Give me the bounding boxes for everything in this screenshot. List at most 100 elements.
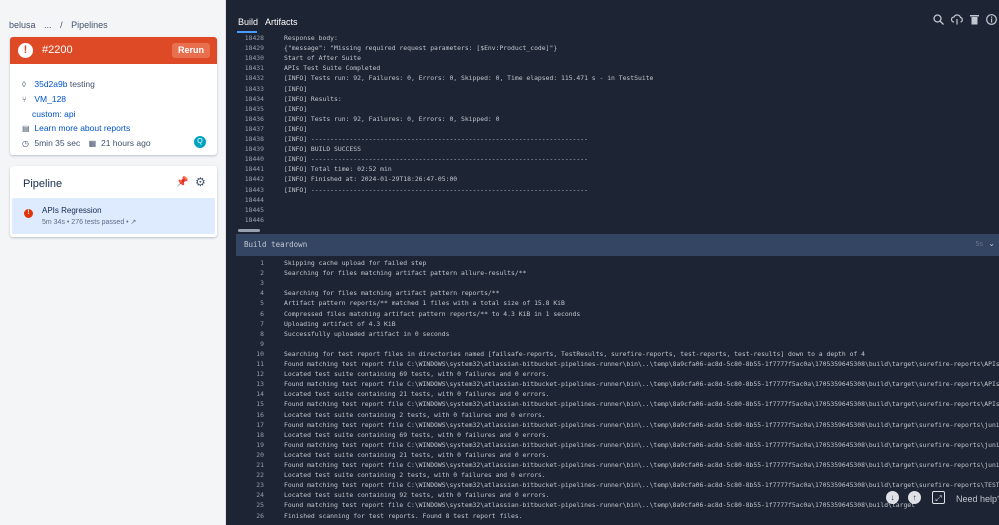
log-line-number[interactable]: 18442 — [226, 174, 264, 184]
pin-icon[interactable]: 📌 — [176, 177, 188, 188]
breadcrumb-ellipsis[interactable]: ... — [44, 20, 52, 30]
log-line: 3 — [226, 278, 999, 288]
log-line-number[interactable]: 17 — [226, 420, 264, 430]
build-status-card: ! #2200 Rerun ◊ 35d2a9b testing ⑂ VM_128… — [10, 37, 217, 155]
avatar[interactable]: Q — [194, 136, 206, 148]
download-icon[interactable]: ↓ — [886, 491, 899, 504]
log-line: 1 Skipping cache upload for failed step — [226, 258, 999, 268]
log-line: 5 Artifact pattern reports/** matched 1 f… — [226, 298, 999, 308]
log-line: 11 Found matching test report file C:\WIN… — [226, 359, 999, 369]
log-line-number[interactable]: 18428 — [226, 35, 264, 43]
horizontal-scrollbar[interactable] — [238, 229, 260, 232]
log-line: 18428 Response body: — [226, 35, 999, 43]
log-line-text: Located test suite containing 2 tests, w… — [284, 410, 546, 419]
log-line-number[interactable]: 6 — [226, 309, 264, 319]
need-help-link[interactable]: Need help? — [956, 494, 999, 504]
log-line-text: Located test suite containing 21 tests, … — [284, 390, 550, 399]
log-line-number[interactable]: 18436 — [226, 114, 264, 124]
log-line: 13 Found matching test report file C:\WIN… — [226, 379, 999, 389]
log-line-text: Successfully uploaded artifact in 0 seco… — [284, 329, 450, 338]
log-line-number[interactable]: 18446 — [226, 215, 264, 225]
log-line: 18438 [INFO] ----------------------------… — [226, 134, 999, 144]
log-line-text: [INFO] ---------------------------------… — [284, 185, 588, 194]
search-icon[interactable] — [933, 14, 944, 28]
info-icon[interactable] — [986, 14, 997, 28]
log-line-number[interactable]: 18431 — [226, 63, 264, 73]
expand-icon[interactable]: ⤢ — [932, 491, 945, 504]
log-line-number[interactable]: 5 — [226, 298, 264, 308]
log-output-teardown: 1 Skipping cache upload for failed step 2 S… — [226, 258, 999, 525]
log-line-text: Found matching test report file C:\WINDO… — [284, 440, 999, 449]
log-line-number[interactable]: 16 — [226, 410, 264, 420]
log-line-number[interactable]: 19 — [226, 440, 264, 450]
pipeline-sidebar: belusa ... / Pipelines ! #2200 Rerun ◊ 3… — [0, 0, 226, 525]
log-line-number[interactable]: 18443 — [226, 185, 264, 195]
log-line-number[interactable]: 24 — [226, 490, 264, 500]
rerun-button[interactable]: Rerun — [171, 43, 210, 58]
pipeline-title: Pipeline — [23, 178, 63, 190]
trash-icon[interactable] — [970, 14, 979, 28]
log-line-number[interactable]: 25 — [226, 500, 264, 510]
log-line-number[interactable]: 18430 — [226, 53, 264, 63]
log-line-number[interactable]: 22 — [226, 470, 264, 480]
build-number[interactable]: #2200 — [42, 44, 73, 56]
breadcrumb-workspace[interactable]: belusa — [9, 20, 36, 30]
log-line-number[interactable]: 26 — [226, 511, 264, 521]
log-line-number[interactable]: 18441 — [226, 164, 264, 174]
log-line-number[interactable]: 11 — [226, 359, 264, 369]
log-line-number[interactable]: 18440 — [226, 154, 264, 164]
build-teardown-header[interactable]: Build teardown 5s ⌄ — [236, 234, 999, 256]
log-line: 18446 — [226, 215, 999, 225]
breadcrumb-pipelines[interactable]: Pipelines — [71, 20, 108, 30]
log-line-number[interactable]: 18444 — [226, 195, 264, 205]
pipeline-step[interactable]: ! APIs Regression 5m 34s • 276 tests pas… — [12, 198, 215, 234]
log-line-number[interactable]: 18439 — [226, 144, 264, 154]
log-line-number[interactable]: 3 — [226, 278, 264, 288]
log-line-number[interactable]: 20 — [226, 450, 264, 460]
teardown-label: Build teardown — [244, 240, 308, 249]
log-line-text: [INFO] Finished at: 2024-01-29T18:26:47-… — [284, 175, 458, 184]
log-line: 18430 Start of After Suite — [226, 53, 999, 63]
tab-artifacts[interactable]: Artifacts — [265, 17, 298, 27]
log-line-number[interactable]: 18433 — [226, 84, 264, 94]
gear-icon[interactable]: ⚙ — [195, 175, 206, 189]
log-line: 18444 — [226, 195, 999, 205]
log-line-number[interactable]: 14 — [226, 389, 264, 399]
log-line-number[interactable]: 10 — [226, 349, 264, 359]
pipeline-card: Pipeline 📌 ⚙ ! APIs Regression 5m 34s • … — [10, 166, 217, 237]
log-line-text: Located test suite containing 92 tests, … — [284, 491, 550, 500]
cloud-upload-icon[interactable] — [950, 14, 963, 28]
reports-link[interactable]: Learn more about reports — [34, 123, 130, 133]
branch-icon: ⑂ — [22, 95, 27, 104]
log-line-number[interactable]: 18429 — [226, 43, 264, 53]
log-line-number[interactable]: 18437 — [226, 124, 264, 134]
log-line-number[interactable]: 13 — [226, 379, 264, 389]
log-line-number[interactable]: 21 — [226, 460, 264, 470]
log-line-number[interactable]: 8 — [226, 329, 264, 339]
log-line-number[interactable]: 2 — [226, 268, 264, 278]
log-line-number[interactable]: 9 — [226, 339, 264, 349]
log-line-number[interactable]: 18445 — [226, 205, 264, 215]
log-line-number[interactable]: 15 — [226, 399, 264, 409]
log-line: 17 Found matching test report file C:\WIN… — [226, 420, 999, 430]
tab-build[interactable]: Build — [238, 17, 258, 27]
log-line-number[interactable]: 4 — [226, 288, 264, 298]
arrow-up-icon[interactable]: ↑ — [908, 491, 921, 504]
teardown-duration: 5s — [975, 241, 983, 248]
commit-link[interactable]: 35d2a9b — [34, 79, 67, 89]
log-line-text: [INFO] — [284, 104, 308, 113]
branch-link[interactable]: VM_128 — [34, 94, 66, 104]
log-line-number[interactable]: 18438 — [226, 134, 264, 144]
log-line-number[interactable]: 23 — [226, 480, 264, 490]
log-line-number[interactable]: 12 — [226, 369, 264, 379]
log-line-number[interactable]: 18434 — [226, 94, 264, 104]
branch-row: ⑂ VM_128 — [22, 94, 66, 104]
custom-pipeline-link[interactable]: custom: api — [32, 109, 75, 119]
log-line-number[interactable]: 18 — [226, 430, 264, 440]
log-line: 23 Found matching test report file C:\WIN… — [226, 480, 999, 490]
log-line-number[interactable]: 7 — [226, 319, 264, 329]
chevron-down-icon[interactable]: ⌄ — [988, 239, 995, 248]
log-line-number[interactable]: 18435 — [226, 104, 264, 114]
log-line-number[interactable]: 1 — [226, 258, 264, 268]
log-line-number[interactable]: 18432 — [226, 73, 264, 83]
